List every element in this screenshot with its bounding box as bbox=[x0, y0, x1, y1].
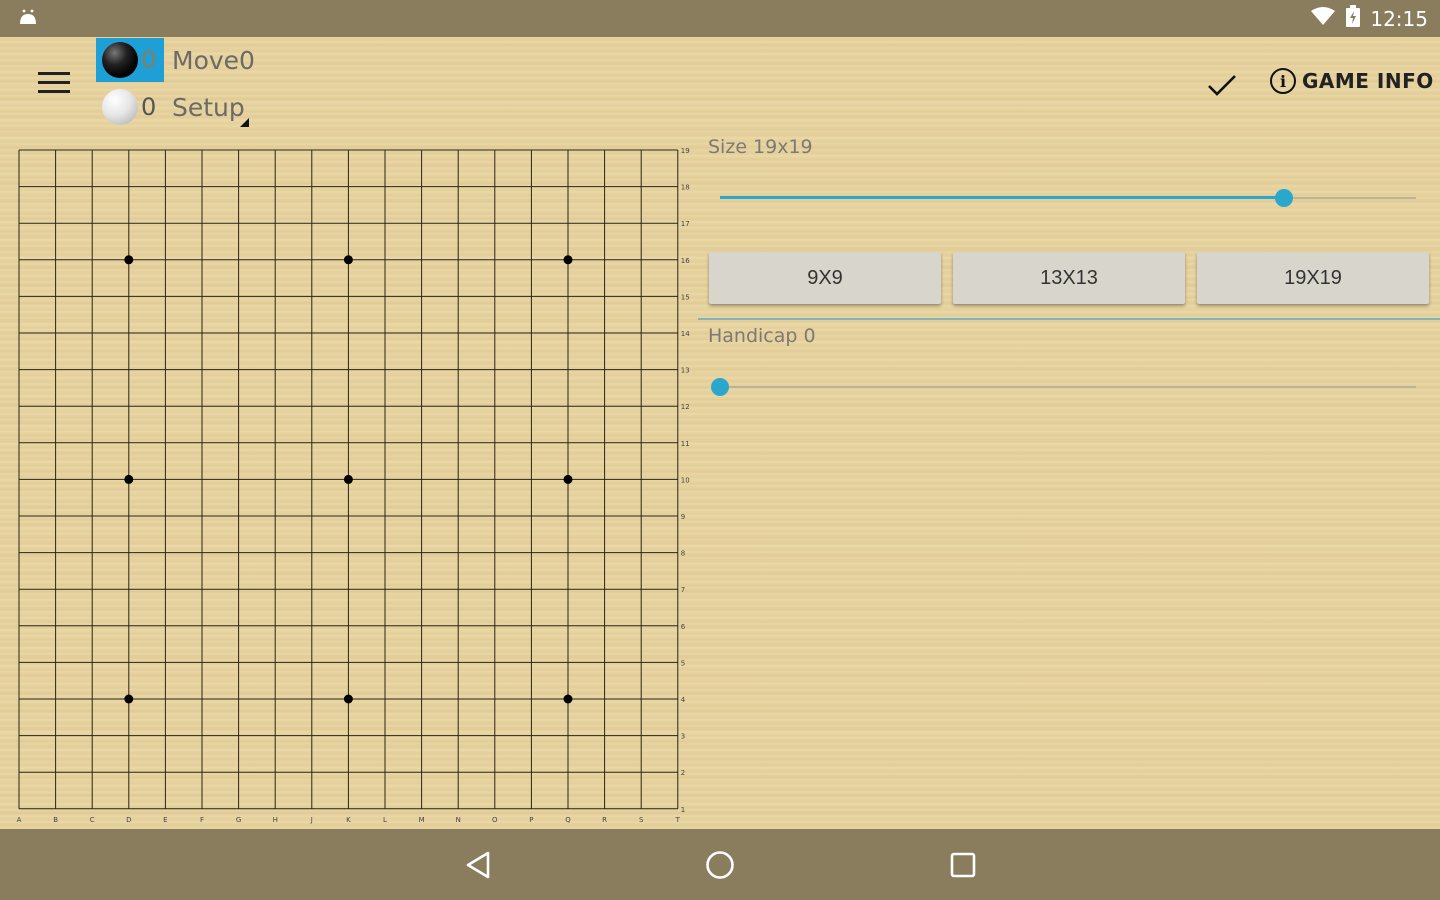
star-point bbox=[563, 694, 573, 704]
hamburger-menu-icon[interactable] bbox=[38, 72, 70, 98]
column-label: A bbox=[17, 816, 22, 824]
row-label: 6 bbox=[681, 623, 686, 631]
star-point bbox=[563, 474, 573, 484]
row-label: 9 bbox=[681, 513, 685, 521]
size-9x9-button[interactable]: 9X9 bbox=[709, 252, 941, 304]
column-label: S bbox=[639, 816, 644, 824]
row-label: 7 bbox=[681, 586, 685, 594]
recent-apps-icon[interactable] bbox=[945, 847, 981, 883]
size-13x13-button[interactable]: 13X13 bbox=[953, 252, 1185, 304]
size-19x19-button[interactable]: 19X19 bbox=[1197, 252, 1429, 304]
row-label: 8 bbox=[681, 550, 685, 558]
battery-icon bbox=[1346, 5, 1361, 32]
handicap-slider[interactable] bbox=[711, 372, 1416, 402]
row-label: 1 bbox=[681, 806, 685, 814]
column-label: F bbox=[200, 816, 204, 824]
column-label: L bbox=[383, 816, 387, 824]
game-info-label: GAME INFO bbox=[1302, 69, 1434, 93]
handicap-label: Handicap 0 bbox=[708, 325, 816, 347]
column-label: T bbox=[675, 816, 681, 824]
star-point bbox=[124, 474, 134, 484]
row-label: 13 bbox=[681, 367, 690, 375]
android-debug-icon bbox=[18, 8, 38, 30]
star-point bbox=[124, 255, 134, 265]
go-board[interactable]: A B C D E F G H J K L M N O P Q R S T191817161514131211109… bbox=[0, 140, 700, 825]
column-label: G bbox=[236, 816, 241, 824]
row-label: 16 bbox=[681, 257, 690, 265]
board-size-slider[interactable] bbox=[720, 183, 1416, 213]
column-label: N bbox=[456, 816, 461, 824]
player-black-move[interactable]: 0 Move0 bbox=[96, 38, 255, 82]
move-mode-label: Move0 bbox=[172, 45, 255, 75]
row-label: 10 bbox=[681, 476, 690, 484]
column-label: C bbox=[90, 816, 95, 824]
row-label: 17 bbox=[681, 220, 690, 228]
navigation-bar bbox=[0, 829, 1440, 900]
column-label: M bbox=[419, 816, 425, 824]
row-label: 15 bbox=[681, 293, 690, 301]
info-icon: i bbox=[1270, 68, 1296, 94]
status-bar: 12:15 bbox=[0, 0, 1440, 37]
column-label: H bbox=[273, 816, 278, 824]
row-label: 4 bbox=[681, 696, 686, 704]
status-time: 12:15 bbox=[1370, 6, 1428, 31]
row-label: 14 bbox=[681, 330, 690, 338]
white-stone-box: 0 bbox=[96, 85, 164, 129]
back-icon[interactable] bbox=[460, 847, 496, 883]
star-point bbox=[343, 474, 353, 484]
column-label: R bbox=[602, 816, 607, 824]
column-label: J bbox=[310, 816, 313, 824]
wifi-icon bbox=[1310, 6, 1336, 31]
row-label: 11 bbox=[681, 440, 690, 448]
star-point bbox=[124, 694, 134, 704]
row-label: 5 bbox=[681, 659, 685, 667]
row-label: 2 bbox=[681, 769, 685, 777]
column-label: D bbox=[126, 816, 131, 824]
column-label: K bbox=[346, 816, 351, 824]
size-slider-fill bbox=[720, 196, 1284, 199]
size-slider-thumb[interactable] bbox=[1274, 189, 1293, 207]
column-label: Q bbox=[565, 816, 571, 824]
column-label: B bbox=[53, 816, 58, 824]
handicap-slider-thumb[interactable] bbox=[711, 378, 729, 396]
row-label: 12 bbox=[681, 403, 690, 411]
section-divider bbox=[698, 318, 1440, 320]
star-point bbox=[343, 255, 353, 265]
star-point bbox=[343, 694, 353, 704]
player-white-setup[interactable]: 0 Setup bbox=[96, 85, 245, 129]
column-label: O bbox=[492, 816, 498, 824]
black-capture-count: 0 bbox=[141, 46, 157, 74]
column-label: E bbox=[163, 816, 167, 824]
white-capture-count: 0 bbox=[141, 93, 157, 121]
black-stone-icon bbox=[102, 42, 138, 78]
status-right: 12:15 bbox=[1310, 5, 1428, 32]
setup-mode-label: Setup bbox=[172, 92, 245, 122]
row-label: 18 bbox=[681, 184, 690, 192]
column-label: P bbox=[529, 816, 533, 824]
black-stone-box: 0 bbox=[96, 38, 164, 82]
checkmark-icon[interactable] bbox=[1205, 70, 1239, 100]
home-icon[interactable] bbox=[702, 847, 738, 883]
white-stone-icon bbox=[102, 89, 138, 125]
handicap-slider-track bbox=[720, 386, 1416, 388]
row-label: 3 bbox=[681, 733, 685, 741]
game-info-button[interactable]: i GAME INFO bbox=[1270, 68, 1434, 94]
board-size-label: Size 19x19 bbox=[708, 136, 813, 158]
row-label: 19 bbox=[681, 147, 690, 155]
star-point bbox=[563, 255, 573, 265]
mode-dropdown-icon[interactable] bbox=[240, 118, 249, 127]
